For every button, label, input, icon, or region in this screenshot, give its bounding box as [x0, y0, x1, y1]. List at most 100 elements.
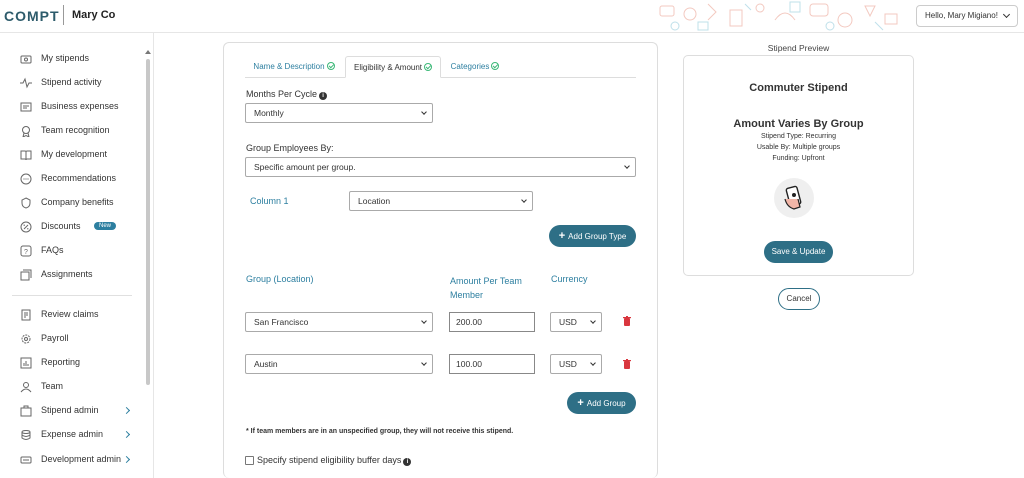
- chevron-down-icon: [1002, 10, 1011, 19]
- sidebar-item-my-stipends[interactable]: My stipends: [0, 49, 150, 69]
- select-value: Austin: [254, 359, 278, 369]
- column-header-group: Group (Location): [246, 274, 314, 284]
- briefcase-icon: [20, 405, 32, 417]
- add-group-button[interactable]: + Add Group: [567, 392, 636, 414]
- months-per-cycle-select[interactable]: Monthly: [245, 103, 433, 123]
- sidebar-item-stipend-admin[interactable]: Stipend admin: [0, 401, 150, 421]
- plus-icon: +: [577, 397, 584, 409]
- chevron-down-icon: [521, 197, 527, 203]
- discount-icon: [20, 221, 32, 233]
- preview-funding: Funding: Upfront: [772, 155, 825, 162]
- trash-icon[interactable]: [623, 359, 631, 369]
- amount-input-row-1[interactable]: 200.00: [449, 312, 535, 332]
- group-select-row-2[interactable]: Austin: [245, 354, 433, 374]
- check-circle-icon: [326, 62, 335, 70]
- tab-label: Categories: [450, 62, 490, 71]
- chevron-down-icon: [590, 360, 596, 366]
- chevron-down-icon: [421, 318, 427, 324]
- top-bar: COMPT Mary Co Hello, Mary Migiano!: [0, 0, 1024, 33]
- amount-input-row-2[interactable]: 100.00: [449, 354, 535, 374]
- sidebar-item-reporting[interactable]: Reporting: [0, 353, 150, 373]
- sidebar-item-discounts[interactable]: Discounts New: [0, 217, 150, 237]
- tab-eligibility-amount[interactable]: Eligibility & Amount: [345, 56, 441, 78]
- chevron-down-icon: [421, 109, 427, 115]
- trash-icon[interactable]: [623, 316, 631, 326]
- chevron-down-icon: [421, 360, 427, 366]
- tab-name-description[interactable]: Name & Description: [245, 56, 343, 78]
- column-header-currency: Currency: [551, 274, 588, 284]
- header-line: Amount Per Team: [450, 276, 522, 286]
- stack-icon: [21, 430, 31, 440]
- sidebar-item-label: Company benefits: [41, 197, 114, 207]
- chevron-right-icon: [122, 430, 131, 439]
- sidebar-item-label: FAQs: [41, 245, 64, 255]
- chat-icon: [20, 173, 32, 185]
- buffer-days-checkbox[interactable]: [245, 456, 254, 465]
- sidebar-item-label: My stipends: [41, 53, 90, 63]
- select-value: San Francisco: [254, 317, 309, 327]
- tab-label: Eligibility & Amount: [353, 63, 423, 72]
- sidebar-item-stipend-activity[interactable]: Stipend activity: [0, 73, 150, 93]
- select-value: Specific amount per group.: [254, 162, 356, 172]
- sidebar-item-team-recognition[interactable]: Team recognition: [0, 121, 150, 141]
- column-1-select[interactable]: Location: [349, 191, 533, 211]
- button-label: Add Group Type: [568, 232, 627, 241]
- preview-stipend-name: Commuter Stipend: [749, 82, 848, 94]
- chevron-right-icon: [122, 406, 131, 415]
- check-circle-icon: [424, 63, 433, 71]
- sidebar-item-label: Development admin: [41, 454, 122, 464]
- activity-icon: [20, 77, 32, 89]
- sidebar-item-business-expenses[interactable]: Business expenses: [0, 97, 150, 117]
- team-icon: [20, 382, 32, 393]
- column-header-amount: Amount Per Team Member: [450, 274, 522, 302]
- tab-categories[interactable]: Categories: [445, 56, 505, 78]
- preview-usable-by: Usable By: Multiple groups: [756, 144, 841, 151]
- sidebar-item-my-development[interactable]: My development: [0, 145, 150, 165]
- group-employees-label: Group Employees By:: [246, 143, 334, 153]
- sidebar-item-company-benefits[interactable]: Company benefits: [0, 193, 150, 213]
- column-1-label: Column 1: [250, 196, 289, 206]
- sidebar-item-review-claims[interactable]: Review claims: [0, 305, 150, 325]
- info-icon[interactable]: i: [319, 92, 328, 100]
- svg-text:?: ?: [24, 249, 28, 256]
- header-doodle-illustration: [659, 1, 898, 31]
- claims-icon: [21, 309, 31, 321]
- select-value: USD: [559, 317, 577, 327]
- sidebar-item-label: Stipend admin: [41, 405, 99, 415]
- header-line: Member: [450, 290, 484, 300]
- sidebar-item-label: Team recognition: [41, 125, 110, 135]
- sidebar-item-assignments[interactable]: Assignments: [0, 265, 150, 285]
- compt-logo[interactable]: COMPT: [4, 8, 60, 24]
- user-greeting: Hello, Mary Migiano!: [925, 11, 998, 20]
- months-per-cycle-label: Months Per Cycle i: [246, 89, 328, 100]
- sidebar-item-payroll[interactable]: Payroll: [0, 329, 150, 349]
- sidebar-item-label: Discounts: [41, 221, 81, 231]
- sidebar-item-development-admin[interactable]: Development admin: [0, 450, 150, 470]
- group-select-row-1[interactable]: San Francisco: [245, 312, 433, 332]
- new-badge: New: [94, 222, 117, 230]
- sidebar-item-label: Expense admin: [41, 429, 104, 439]
- preview-amount: Amount Varies By Group: [733, 118, 864, 130]
- sidebar-item-label: Review claims: [41, 309, 99, 319]
- tab-label: Name & Description: [253, 62, 325, 71]
- sidebar-item-label: Payroll: [41, 333, 69, 343]
- save-update-button[interactable]: Save & Update: [764, 241, 833, 263]
- check-circle-icon: [491, 62, 500, 70]
- sidebar-item-faqs[interactable]: ? FAQs: [0, 241, 150, 261]
- sidebar-item-recommendations[interactable]: Recommendations: [0, 169, 150, 189]
- sidebar-item-expense-admin[interactable]: Expense admin: [0, 425, 150, 445]
- add-group-type-button[interactable]: + Add Group Type: [549, 225, 636, 247]
- button-label: Add Group: [586, 399, 626, 408]
- cancel-button[interactable]: Cancel: [778, 288, 820, 310]
- benefits-icon: [21, 197, 31, 209]
- expenses-icon: [20, 102, 32, 112]
- user-menu[interactable]: Hello, Mary Migiano!: [916, 5, 1018, 27]
- label-text: Specify stipend eligibility buffer days: [257, 455, 402, 465]
- sidebar-item-label: Stipend activity: [41, 77, 102, 87]
- sidebar-item-team[interactable]: Team: [0, 377, 150, 397]
- group-employees-select[interactable]: Specific amount per group.: [245, 157, 636, 177]
- payroll-icon: [21, 334, 31, 344]
- info-icon[interactable]: i: [403, 458, 412, 466]
- currency-select-row-2[interactable]: USD: [550, 354, 602, 374]
- currency-select-row-1[interactable]: USD: [550, 312, 602, 332]
